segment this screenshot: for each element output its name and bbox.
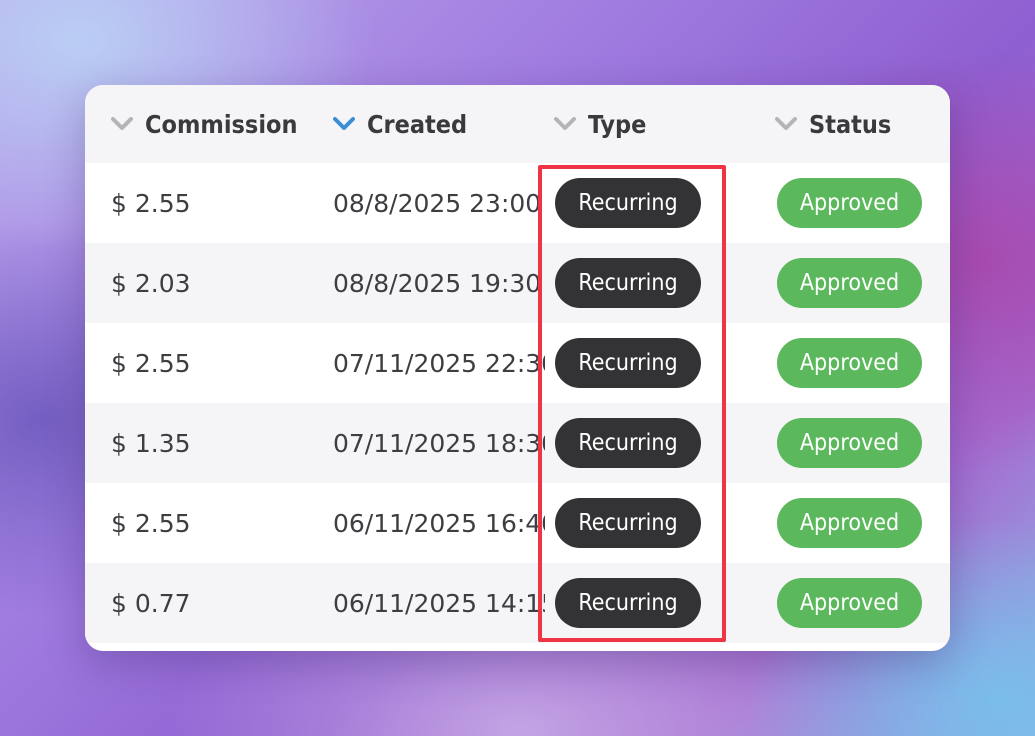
- commission-cell: $ 0.77: [111, 588, 191, 618]
- status-cell: Approved: [777, 323, 922, 403]
- chevron-down-icon: [111, 113, 133, 135]
- status-cell: Approved: [777, 243, 922, 323]
- status-cell: Approved: [777, 483, 922, 563]
- column-header-label: Created: [367, 109, 468, 139]
- status-badge: Approved: [777, 178, 922, 228]
- type-badge: Recurring: [555, 338, 701, 388]
- commission-cell: $ 2.55: [111, 348, 191, 378]
- type-badge: Recurring: [555, 498, 701, 548]
- table-row[interactable]: $ 2.55 07/11/2025 22:30 Recurring Approved: [85, 323, 950, 403]
- type-cell: Recurring: [555, 163, 701, 243]
- status-cell: Approved: [777, 563, 922, 643]
- chevron-down-icon: [333, 113, 355, 135]
- status-badge: Approved: [777, 338, 922, 388]
- type-badge: Recurring: [555, 418, 701, 468]
- created-cell: 07/11/2025 18:30: [333, 428, 545, 458]
- type-cell: Recurring: [555, 483, 701, 563]
- commission-cell: $ 2.55: [111, 188, 191, 218]
- column-header-label: Type: [588, 109, 647, 139]
- type-badge: Recurring: [555, 258, 701, 308]
- column-header-label: Commission: [145, 109, 298, 139]
- column-header-commission[interactable]: Commission: [111, 85, 298, 163]
- type-cell: Recurring: [555, 243, 701, 323]
- status-badge: Approved: [777, 578, 922, 628]
- commission-cell: $ 2.55: [111, 508, 191, 538]
- table-row[interactable]: $ 0.77 06/11/2025 14:15 Recurring Approved: [85, 563, 950, 643]
- table-row[interactable]: $ 2.03 08/8/2025 19:30 Recurring Approved: [85, 243, 950, 323]
- created-cell: 08/8/2025 23:00: [333, 188, 542, 218]
- commissions-table-card: Commission Created Type Status $ 2.55 08/8/2…: [85, 85, 950, 651]
- created-cell: 08/8/2025 19:30: [333, 268, 542, 298]
- status-badge: Approved: [777, 418, 922, 468]
- status-cell: Approved: [777, 163, 922, 243]
- column-header-label: Status: [809, 109, 892, 139]
- created-cell: 06/11/2025 16:40: [333, 508, 545, 538]
- status-badge: Approved: [777, 258, 922, 308]
- column-header-type[interactable]: Type: [554, 85, 646, 163]
- status-badge: Approved: [777, 498, 922, 548]
- table-header: Commission Created Type Status: [85, 85, 950, 163]
- chevron-down-icon: [775, 113, 797, 135]
- commission-cell: $ 1.35: [111, 428, 191, 458]
- created-cell: 07/11/2025 22:30: [333, 348, 545, 378]
- chevron-down-icon: [554, 113, 576, 135]
- column-header-status[interactable]: Status: [775, 85, 891, 163]
- type-cell: Recurring: [555, 323, 701, 403]
- table-row[interactable]: $ 1.35 07/11/2025 18:30 Recurring Approved: [85, 403, 950, 483]
- type-badge: Recurring: [555, 578, 701, 628]
- type-badge: Recurring: [555, 178, 701, 228]
- type-cell: Recurring: [555, 563, 701, 643]
- created-cell: 06/11/2025 14:15: [333, 588, 545, 618]
- column-header-created[interactable]: Created: [333, 85, 467, 163]
- commission-cell: $ 2.03: [111, 268, 191, 298]
- status-cell: Approved: [777, 403, 922, 483]
- table-row[interactable]: $ 2.55 08/8/2025 23:00 Recurring Approved: [85, 163, 950, 243]
- type-cell: Recurring: [555, 403, 701, 483]
- table-row[interactable]: $ 2.55 06/11/2025 16:40 Recurring Approved: [85, 483, 950, 563]
